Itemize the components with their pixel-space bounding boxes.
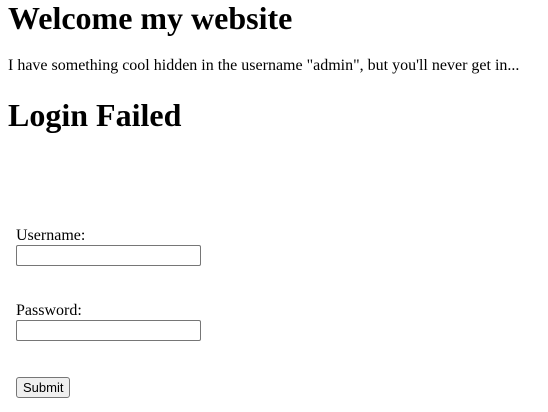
password-input[interactable] (16, 320, 201, 341)
intro-text: I have something cool hidden in the user… (8, 57, 520, 74)
login-status-heading: Login Failed (8, 97, 182, 133)
page: Welcome my website I have something cool… (0, 0, 548, 412)
username-input[interactable] (16, 245, 201, 266)
submit-button[interactable]: Submit (16, 377, 71, 398)
password-label: Password: (16, 302, 82, 319)
username-label: Username: (16, 227, 86, 244)
page-title: Welcome my website (8, 0, 293, 36)
